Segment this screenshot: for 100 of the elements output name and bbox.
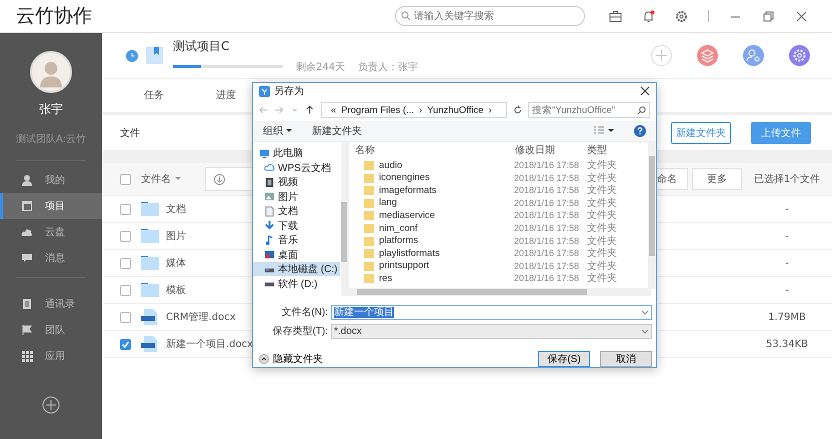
avatar <box>30 51 72 93</box>
file-name[interactable]: nim_conf <box>379 222 418 234</box>
film-icon <box>264 176 275 188</box>
address-bar[interactable]: « Program Files (... › YunzhuOffice › <box>320 102 507 118</box>
file-type: 文件夹 <box>587 234 617 248</box>
search-field[interactable]: 搜索"YunzhuOffice" <box>528 102 650 118</box>
file-type: 文件夹 <box>587 184 617 198</box>
modified-date: 2018/1/16 17:58 <box>514 223 580 234</box>
sidebar-item[interactable]: 应用 <box>0 343 102 369</box>
nav-pane-item[interactable]: 下载 <box>253 218 340 233</box>
flag-icon <box>21 324 33 336</box>
more-button[interactable]: 更多 <box>692 168 742 190</box>
document-icon <box>141 309 159 325</box>
new-folder-button[interactable]: 新建文件夹 <box>312 124 362 138</box>
sidebar-item[interactable]: 我的 <box>0 167 102 193</box>
nav-pane-item[interactable]: 桌面 <box>253 247 340 262</box>
cancel-button[interactable]: 取消 <box>600 351 652 368</box>
up-arrow-icon[interactable] <box>305 105 315 116</box>
download-button[interactable] <box>205 167 255 191</box>
file-name-field[interactable]: 新建一个项目 <box>331 304 652 320</box>
column-header[interactable]: 修改日期 <box>515 143 587 158</box>
nav-pane-item[interactable]: WPS云文档 <box>253 160 340 175</box>
folder-icon <box>141 228 159 244</box>
file-size: - <box>784 284 790 296</box>
scrollbar[interactable] <box>349 288 651 296</box>
close-icon[interactable] <box>795 10 808 22</box>
sidebar-item[interactable]: 云盘 <box>0 219 102 245</box>
checkbox[interactable] <box>120 258 131 268</box>
file-size: - <box>784 230 790 242</box>
file-name: CRM管理.docx <box>166 311 236 324</box>
column-header[interactable]: 名称 <box>355 143 515 158</box>
scrollbar[interactable] <box>648 142 656 289</box>
nav-pane-item[interactable]: 视频 <box>253 174 340 190</box>
folder-icon <box>364 198 374 208</box>
user-settings-icon[interactable] <box>743 45 764 66</box>
file-type: 文件夹 <box>587 246 617 260</box>
tab[interactable]: 进度 <box>190 79 262 112</box>
caret-icon[interactable] <box>175 177 181 181</box>
nav-pane-item[interactable]: 图片 <box>253 189 340 204</box>
nav-pane-item[interactable]: 软件 (D:) <box>253 276 340 291</box>
file-name[interactable]: audio <box>379 160 402 171</box>
sidebar-item[interactable]: 团队 <box>0 317 102 343</box>
modified-date: 2018/1/16 17:58 <box>514 273 580 284</box>
search-icon <box>401 11 411 21</box>
checkbox[interactable] <box>120 204 131 214</box>
picture-icon <box>264 191 275 202</box>
file-type: 文件夹 <box>587 260 617 272</box>
file-name[interactable]: platforms <box>379 235 418 246</box>
file-type-select[interactable]: *.docx <box>331 324 652 339</box>
folder-icon <box>364 248 374 258</box>
nav-pane-item[interactable]: 文档 <box>253 204 340 218</box>
file-name: 文档 <box>166 202 186 216</box>
forward-arrow-icon[interactable] <box>274 105 284 116</box>
file-name[interactable]: mediaservice <box>379 210 435 221</box>
checkbox[interactable] <box>120 230 131 242</box>
file-type: 文件夹 <box>587 158 617 172</box>
file-name[interactable]: imageformats <box>379 184 437 196</box>
view-options-icon[interactable] <box>594 126 614 136</box>
back-arrow-icon[interactable] <box>259 105 268 116</box>
bell-icon[interactable] <box>642 10 655 22</box>
nav-pane-item[interactable]: 此电脑 <box>253 146 340 160</box>
nav-pane-item[interactable]: 音乐 <box>253 232 340 248</box>
download-icon <box>264 220 275 232</box>
close-icon[interactable] <box>640 86 650 96</box>
file-name[interactable]: lang <box>379 197 397 208</box>
remaining-days: 剩余244天 <box>296 60 346 74</box>
tab[interactable]: 任务 <box>118 79 190 112</box>
checkbox[interactable] <box>120 284 131 296</box>
settings-icon[interactable] <box>789 45 810 66</box>
organize-button[interactable]: 组织 <box>263 124 292 138</box>
column-header[interactable]: 文件名 <box>141 172 171 186</box>
file-name[interactable]: playlistformats <box>379 248 440 259</box>
scrollbar[interactable] <box>341 142 348 296</box>
search-field[interactable]: 请输入关键字搜索 <box>395 6 585 26</box>
add-icon[interactable] <box>42 396 60 414</box>
document-icon <box>264 206 275 217</box>
file-name[interactable]: printsupport <box>379 260 430 272</box>
help-icon[interactable] <box>634 124 646 137</box>
sidebar-item[interactable]: 项目 <box>0 193 102 219</box>
modified-date: 2018/1/16 17:58 <box>514 236 580 246</box>
file-name[interactable]: res <box>379 272 392 284</box>
restore-icon[interactable] <box>762 10 775 22</box>
column-header[interactable]: 类型 <box>587 143 607 158</box>
briefcase-icon[interactable] <box>609 10 622 22</box>
nav-pane-item[interactable]: 本地磁盘 (C:) <box>253 262 340 276</box>
checkbox[interactable] <box>120 338 131 350</box>
refresh-icon[interactable] <box>512 105 522 116</box>
settings-icon[interactable] <box>675 10 688 22</box>
checkbox[interactable] <box>120 174 131 184</box>
sidebar-item[interactable]: 消息 <box>0 245 102 271</box>
checkbox[interactable] <box>120 312 131 322</box>
modified-date: 2018/1/16 17:58 <box>514 160 580 170</box>
project-owner: 负责人：张宇 <box>358 60 418 74</box>
file-size: - <box>784 258 790 268</box>
sidebar-item[interactable]: 通讯录 <box>0 291 102 317</box>
hide-folders-button[interactable]: 隐藏文件夹 <box>259 352 323 366</box>
layers-icon[interactable] <box>697 45 718 66</box>
save-button[interactable]: 保存(S) <box>538 351 590 368</box>
file-name[interactable]: iconengines <box>379 172 430 184</box>
folder-icon <box>364 236 374 246</box>
